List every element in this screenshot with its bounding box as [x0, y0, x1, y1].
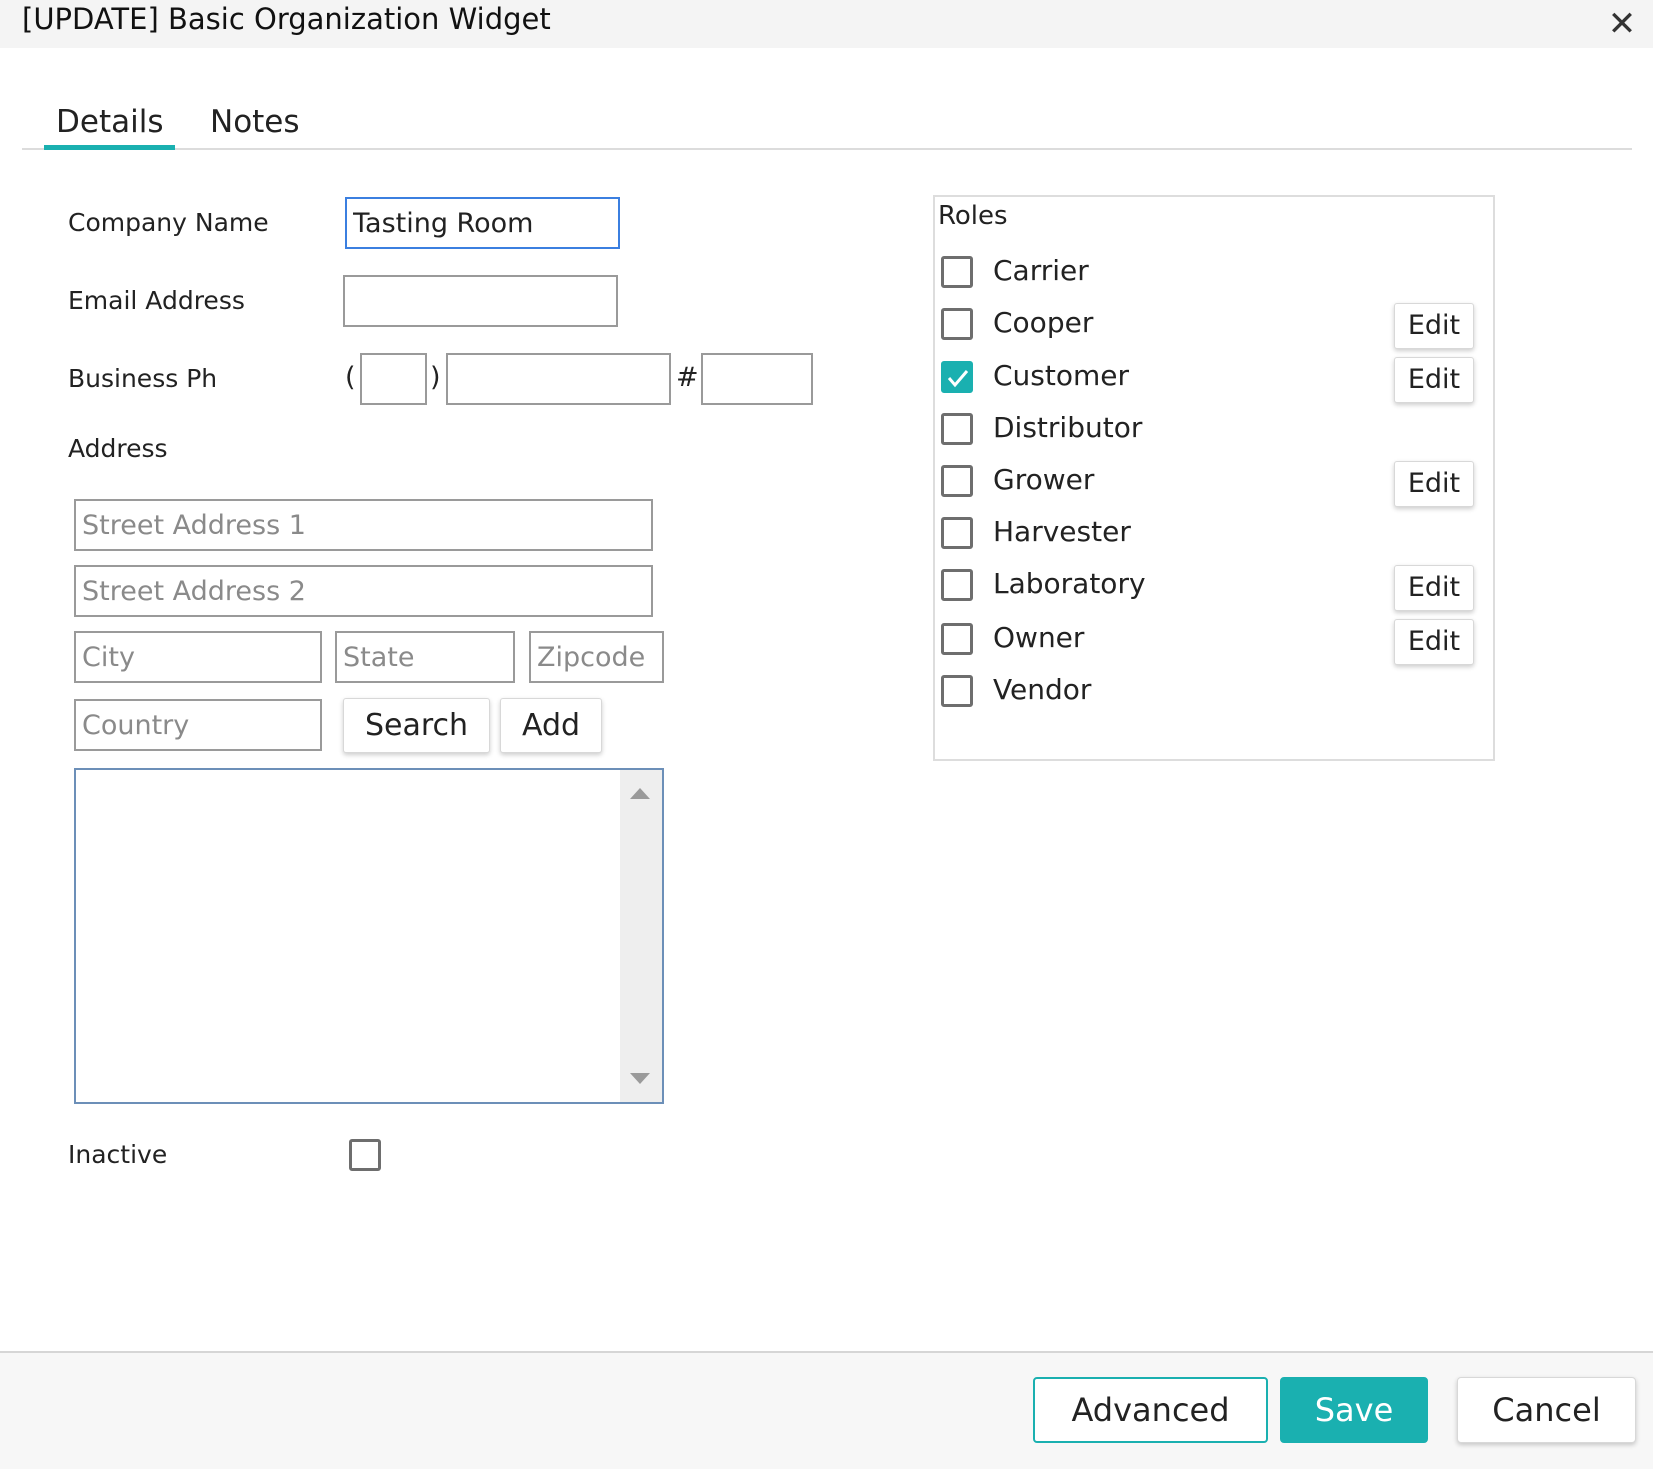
phone-open-paren: ( — [345, 362, 356, 393]
state-input[interactable] — [335, 631, 515, 683]
role-label-cooper: Cooper — [993, 306, 1094, 339]
address-label: Address — [68, 434, 168, 463]
edit-customer-button[interactable]: Edit — [1394, 357, 1474, 403]
business-phone-label: Business Ph — [68, 364, 218, 393]
save-button[interactable]: Save — [1280, 1377, 1428, 1443]
role-checkbox-carrier[interactable] — [941, 256, 973, 288]
roles-panel: Roles Carrier Cooper Edit Customer Edit … — [933, 195, 1495, 761]
country-input[interactable] — [74, 699, 322, 751]
tab-bar: Details Notes — [22, 96, 1632, 150]
inactive-checkbox[interactable] — [349, 1139, 381, 1171]
role-checkbox-vendor[interactable] — [941, 675, 973, 707]
role-label-carrier: Carrier — [993, 254, 1089, 287]
role-checkbox-customer[interactable] — [941, 361, 973, 393]
phone-ext-symbol: # — [676, 362, 699, 393]
title-bar: [UPDATE] Basic Organization Widget ✕ — [0, 0, 1653, 48]
window-title: [UPDATE] Basic Organization Widget — [22, 2, 551, 36]
role-checkbox-cooper[interactable] — [941, 308, 973, 340]
role-label-owner: Owner — [993, 621, 1085, 654]
email-label: Email Address — [68, 286, 245, 315]
roles-title: Roles — [938, 201, 1008, 231]
phone-close-paren: ) — [430, 362, 441, 393]
address-list-box[interactable] — [74, 768, 664, 1104]
search-button[interactable]: Search — [343, 698, 490, 753]
role-label-grower: Grower — [993, 463, 1095, 496]
close-icon[interactable]: ✕ — [1604, 6, 1640, 42]
scroll-down-arrow-icon[interactable] — [630, 1073, 650, 1084]
role-label-harvester: Harvester — [993, 515, 1131, 548]
phone-area-code-input[interactable] — [360, 353, 427, 405]
inactive-label: Inactive — [68, 1140, 168, 1169]
dialog-footer: Advanced Save Cancel — [0, 1351, 1653, 1469]
role-label-vendor: Vendor — [993, 673, 1092, 706]
checkmark-icon — [947, 370, 969, 388]
tab-notes[interactable]: Notes — [198, 104, 312, 150]
role-checkbox-owner[interactable] — [941, 623, 973, 655]
city-input[interactable] — [74, 631, 322, 683]
role-label-customer: Customer — [993, 359, 1130, 392]
role-checkbox-distributor[interactable] — [941, 413, 973, 445]
role-checkbox-laboratory[interactable] — [941, 569, 973, 601]
company-name-input[interactable] — [345, 197, 620, 249]
role-checkbox-grower[interactable] — [941, 465, 973, 497]
edit-owner-button[interactable]: Edit — [1394, 619, 1474, 665]
advanced-button[interactable]: Advanced — [1033, 1377, 1268, 1443]
phone-number-input[interactable] — [446, 353, 671, 405]
cancel-button[interactable]: Cancel — [1457, 1377, 1636, 1443]
scroll-up-arrow-icon[interactable] — [630, 788, 650, 799]
email-input[interactable] — [343, 275, 618, 327]
tab-details[interactable]: Details — [44, 104, 176, 150]
edit-laboratory-button[interactable]: Edit — [1394, 565, 1474, 611]
role-checkbox-harvester[interactable] — [941, 517, 973, 549]
role-label-laboratory: Laboratory — [993, 567, 1146, 600]
role-label-distributor: Distributor — [993, 411, 1143, 444]
company-name-label: Company Name — [68, 208, 269, 237]
edit-cooper-button[interactable]: Edit — [1394, 303, 1474, 349]
add-button[interactable]: Add — [500, 698, 602, 753]
vertical-scrollbar[interactable] — [620, 770, 662, 1102]
phone-extension-input[interactable] — [701, 353, 813, 405]
street-address-1-input[interactable] — [74, 499, 653, 551]
edit-grower-button[interactable]: Edit — [1394, 461, 1474, 507]
zipcode-input[interactable] — [529, 631, 664, 683]
street-address-2-input[interactable] — [74, 565, 653, 617]
